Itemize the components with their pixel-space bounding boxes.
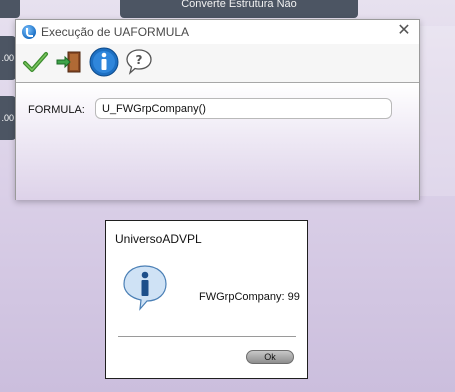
close-button[interactable]: ✕ xyxy=(395,22,413,40)
info-icon[interactable] xyxy=(88,46,120,78)
form-area: FORMULA: xyxy=(16,82,419,200)
formula-label: FORMULA: xyxy=(28,104,85,116)
svg-text:?: ? xyxy=(136,53,143,67)
ok-button[interactable]: Ok xyxy=(246,350,294,364)
formula-input[interactable] xyxy=(95,98,392,119)
toolbar: ? xyxy=(16,44,419,82)
message-dialog: UniversoADVPL FWGrpCompany: 99 Ok xyxy=(105,220,308,379)
exit-door-icon[interactable] xyxy=(54,47,84,77)
title-bar: Execução de UAFORMULA ✕ xyxy=(16,20,419,44)
info-icon xyxy=(120,263,170,313)
background-panel xyxy=(0,0,20,18)
confirm-check-icon[interactable] xyxy=(20,47,50,77)
background-value-cell: .00 xyxy=(0,96,16,140)
dialog-title: UniversoADVPL xyxy=(115,232,202,246)
dialog-message: FWGrpCompany: 99 xyxy=(199,291,300,303)
background-value-cell: .00 xyxy=(0,36,16,80)
help-icon[interactable]: ? xyxy=(124,47,154,77)
background-convert-button[interactable]: Converte Estrutura Não xyxy=(120,0,358,18)
divider xyxy=(118,336,296,337)
app-logo-icon xyxy=(22,25,36,39)
background-panel xyxy=(418,26,455,196)
formula-execution-window: Execução de UAFORMULA ✕ ? FORMULA: U_FWG… xyxy=(15,19,420,200)
window-title: Execução de UAFORMULA xyxy=(41,25,190,39)
